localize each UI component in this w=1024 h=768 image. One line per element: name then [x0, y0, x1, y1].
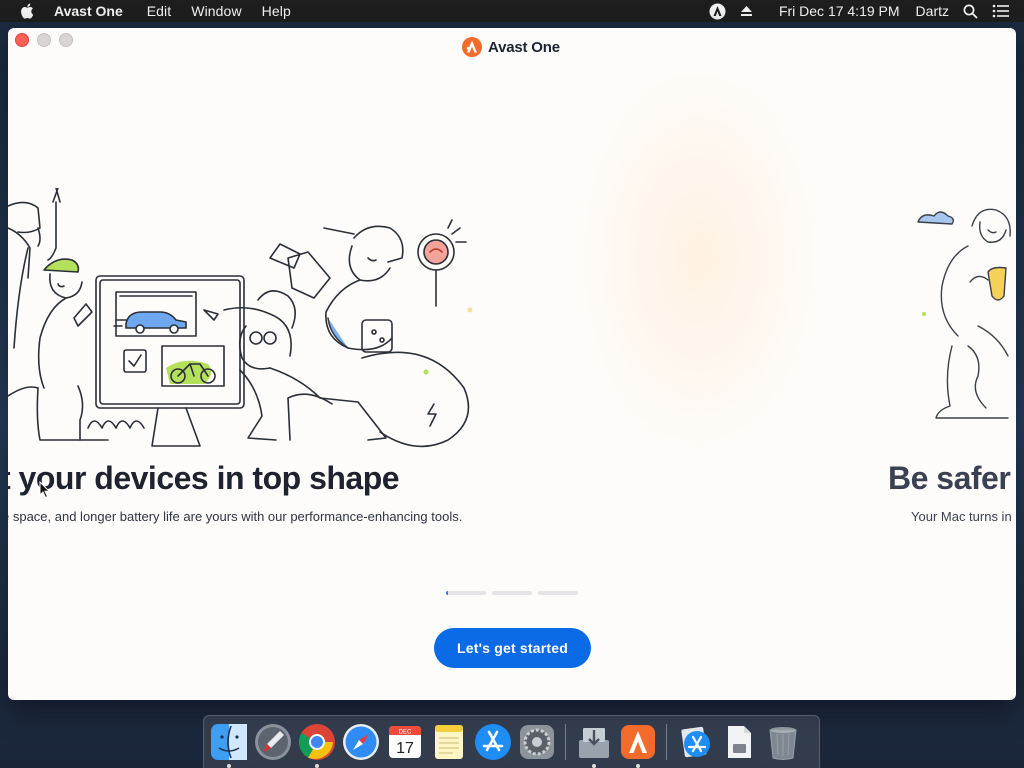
close-window-button[interactable]: [15, 33, 29, 47]
menu-bar-status-area: Fri Dec 17 4:19 PM Dartz: [695, 0, 1010, 22]
avast-logo-icon: [462, 37, 482, 57]
trash-icon: [769, 727, 797, 760]
slide-title: t your devices in top shape: [8, 460, 400, 496]
finder-icon: [211, 724, 247, 760]
dock-avast-one[interactable]: [618, 722, 658, 768]
menu-help[interactable]: Help: [262, 3, 291, 19]
dock: DEC 17: [203, 715, 820, 768]
pager-segment-2[interactable]: [492, 591, 532, 595]
running-indicator: [227, 764, 231, 768]
menu-app-name[interactable]: Avast One: [54, 3, 123, 19]
dock-downloads[interactable]: [675, 722, 715, 762]
minimize-window-button[interactable]: [37, 33, 51, 47]
notes-icon: [435, 725, 463, 759]
calendar-day: 17: [396, 740, 414, 757]
pager-segment-1[interactable]: [446, 591, 486, 595]
pager-progress: [446, 591, 448, 595]
slide-description: e space, and longer battery life are you…: [8, 509, 463, 524]
brand-header: Avast One: [462, 37, 560, 57]
dock-document[interactable]: [719, 722, 759, 762]
get-started-button[interactable]: Let's get started: [434, 628, 591, 668]
spotlight-icon[interactable]: [963, 4, 978, 19]
system-preferences-icon: [520, 725, 554, 759]
brand-name: Avast One: [488, 38, 560, 56]
menu-bar: Avast One Edit Window Help Fri Dec 17 4:…: [0, 0, 1024, 22]
dock-finder[interactable]: [209, 722, 249, 768]
avast-icon: [621, 725, 655, 759]
menu-edit[interactable]: Edit: [147, 3, 172, 19]
dock-system-preferences[interactable]: [517, 722, 557, 762]
mouse-pointer-icon: [39, 481, 51, 499]
notification-list-icon[interactable]: [992, 4, 1010, 18]
dock-separator: [565, 724, 566, 760]
background-glow: [568, 48, 828, 468]
document-icon: [728, 726, 751, 758]
dock-notes[interactable]: [429, 722, 469, 762]
slide-pager: [446, 591, 578, 595]
dock-trash[interactable]: [763, 722, 803, 762]
installer-icon: [579, 728, 609, 758]
dock-launchpad[interactable]: [253, 722, 293, 762]
safari-icon: [343, 724, 379, 760]
dock-calendar[interactable]: DEC 17: [385, 722, 425, 762]
dock-safari[interactable]: [341, 722, 381, 762]
apple-icon[interactable]: [20, 3, 34, 19]
dock-separator: [666, 724, 667, 760]
dock-installer[interactable]: [574, 722, 614, 768]
avast-status-icon[interactable]: [709, 3, 726, 20]
window-controls: [15, 33, 73, 47]
menu-clock[interactable]: Fri Dec 17 4:19 PM: [779, 3, 900, 19]
next-slide-description: Your Mac turns in: [911, 509, 1012, 524]
pager-segment-3[interactable]: [538, 591, 578, 595]
running-indicator: [315, 764, 319, 768]
next-slide-title: Be safer: [888, 460, 1011, 496]
running-indicator: [592, 764, 596, 768]
chrome-icon: [298, 724, 335, 760]
dock-chrome[interactable]: [297, 722, 337, 768]
app-store-icon: [475, 724, 511, 760]
running-indicator: [636, 764, 640, 768]
zoom-window-button[interactable]: [59, 33, 73, 47]
calendar-month: DEC: [399, 730, 412, 736]
downloads-icon: [681, 726, 710, 758]
launchpad-icon: [255, 724, 291, 760]
security-illustration: [917, 208, 1011, 419]
performance-illustration: [8, 188, 473, 448]
calendar-icon: DEC 17: [389, 726, 421, 758]
menu-user[interactable]: Dartz: [916, 3, 949, 19]
menu-window[interactable]: Window: [191, 3, 241, 19]
dock-app-store[interactable]: [473, 722, 513, 762]
avast-window: Avast One t your devices in top shape e …: [8, 28, 1016, 700]
eject-icon[interactable]: [740, 5, 753, 17]
